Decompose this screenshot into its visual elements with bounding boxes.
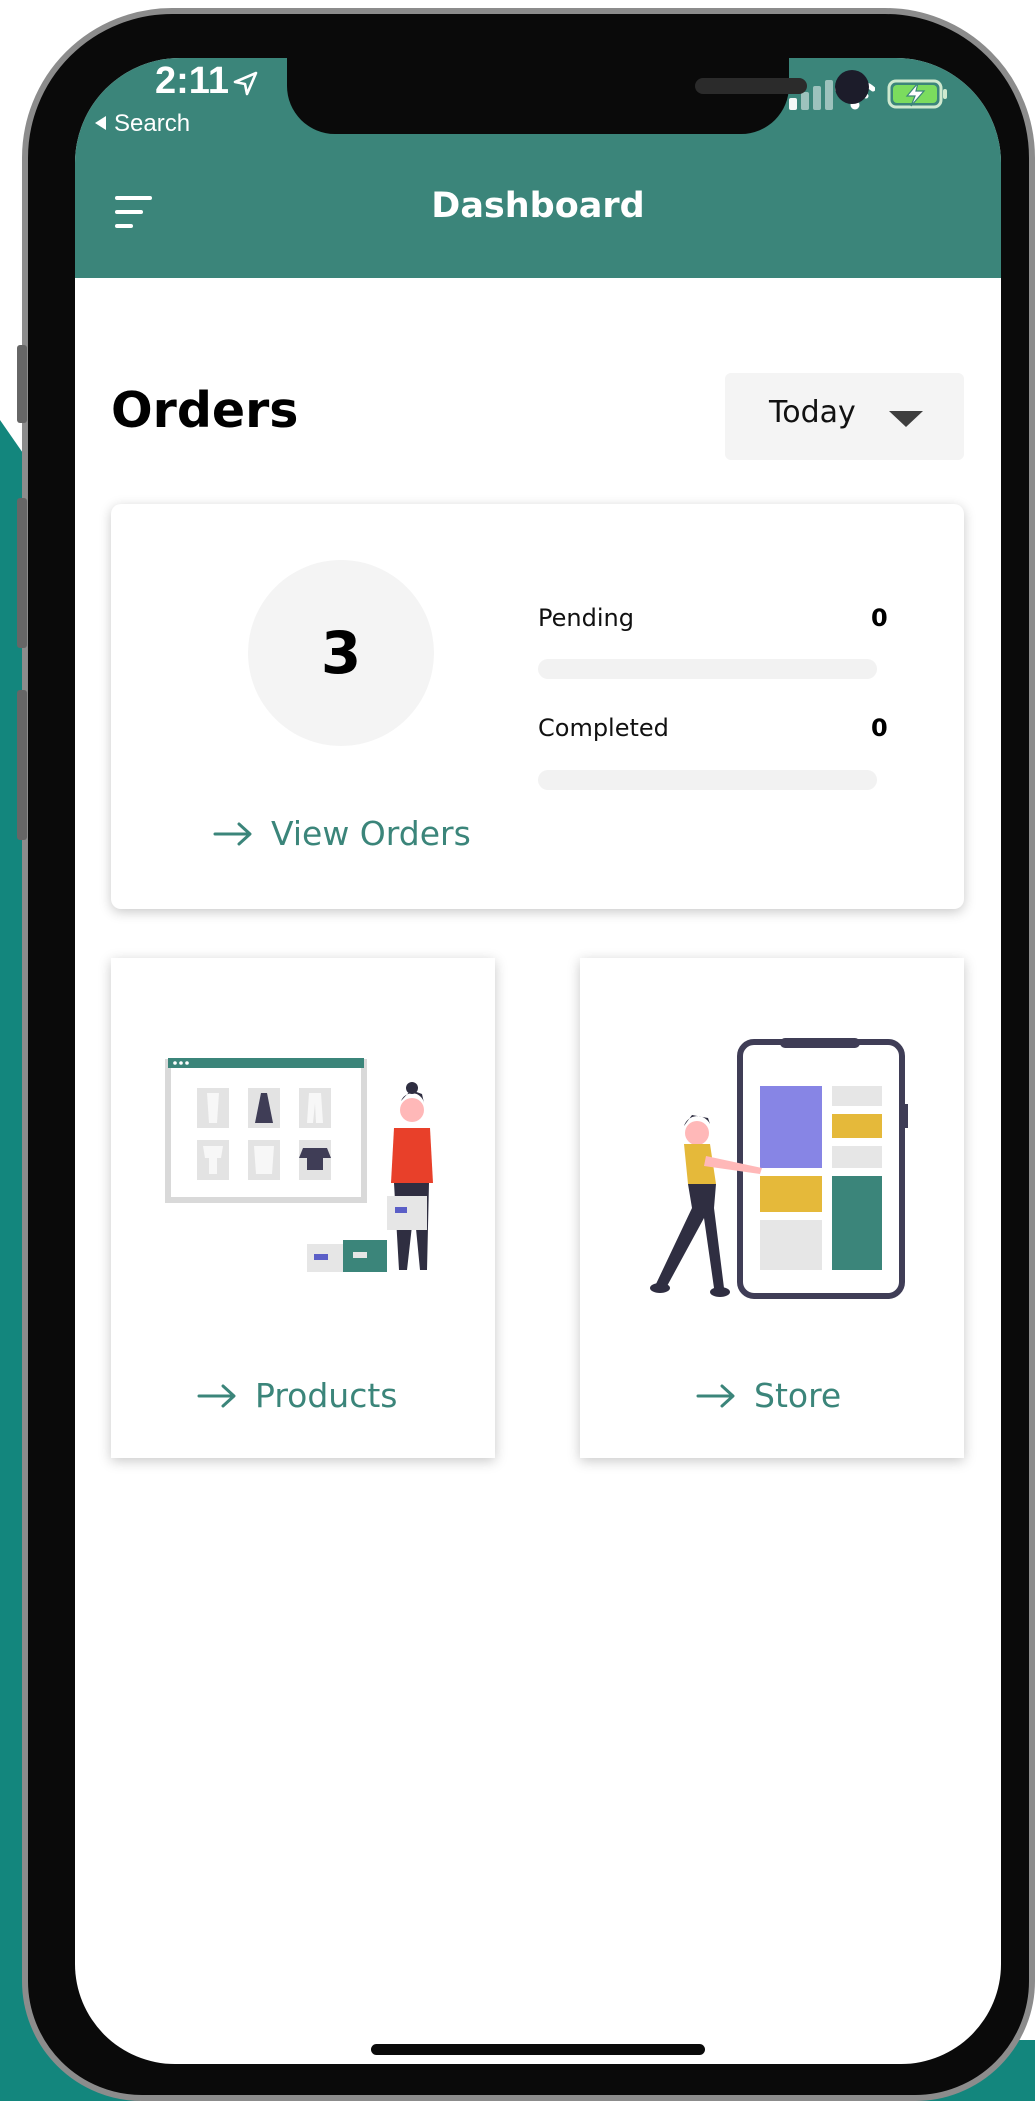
- arrow-right-icon: [213, 822, 252, 845]
- store-illustration: [650, 1038, 908, 1299]
- completed-progress-bar: [538, 770, 877, 790]
- products-link[interactable]: Products: [197, 1376, 398, 1415]
- orders-total-circle: 3: [248, 560, 434, 746]
- phone-side-button: [17, 690, 27, 840]
- store-link[interactable]: Store: [696, 1376, 841, 1415]
- app-screen: 2:11 Search Dashboard Orders Today 3 Pen…: [75, 58, 1001, 2064]
- phone-side-button: [17, 345, 27, 423]
- device-notch: [287, 58, 869, 134]
- products-illustration: [165, 1058, 433, 1272]
- pending-value: 0: [871, 604, 888, 632]
- period-dropdown[interactable]: Today: [725, 373, 964, 460]
- pending-progress-bar: [538, 659, 877, 679]
- phone-side-button: [17, 498, 27, 648]
- back-triangle-icon: [95, 116, 106, 130]
- pending-label: Pending: [538, 604, 634, 632]
- store-tile[interactable]: Store: [580, 958, 964, 1458]
- completed-value: 0: [871, 714, 888, 742]
- page-title: Dashboard: [431, 186, 645, 226]
- period-selected-value: Today: [769, 395, 856, 430]
- products-tile[interactable]: Products: [111, 958, 495, 1458]
- orders-total-value: 3: [320, 619, 362, 687]
- orders-heading: Orders: [111, 382, 299, 439]
- earpiece-speaker: [695, 78, 807, 94]
- home-indicator[interactable]: [371, 2044, 705, 2055]
- back-search-label: Search: [114, 110, 191, 137]
- view-orders-label: View Orders: [271, 814, 471, 853]
- store-label: Store: [754, 1376, 842, 1415]
- completed-label: Completed: [538, 714, 669, 742]
- back-to-search-link[interactable]: Search: [95, 110, 190, 138]
- battery-charging-icon: [887, 79, 947, 109]
- status-time: 2:11: [155, 60, 229, 102]
- view-orders-link[interactable]: View Orders: [213, 814, 471, 853]
- arrow-right-icon: [197, 1384, 236, 1407]
- arrow-right-icon: [696, 1384, 735, 1407]
- products-label: Products: [255, 1376, 398, 1415]
- orders-summary-card: 3 Pending 0 Completed 0 View Orders: [111, 504, 964, 909]
- caret-down-icon: [889, 411, 923, 427]
- location-arrow-icon: [233, 71, 258, 96]
- front-camera: [835, 70, 869, 104]
